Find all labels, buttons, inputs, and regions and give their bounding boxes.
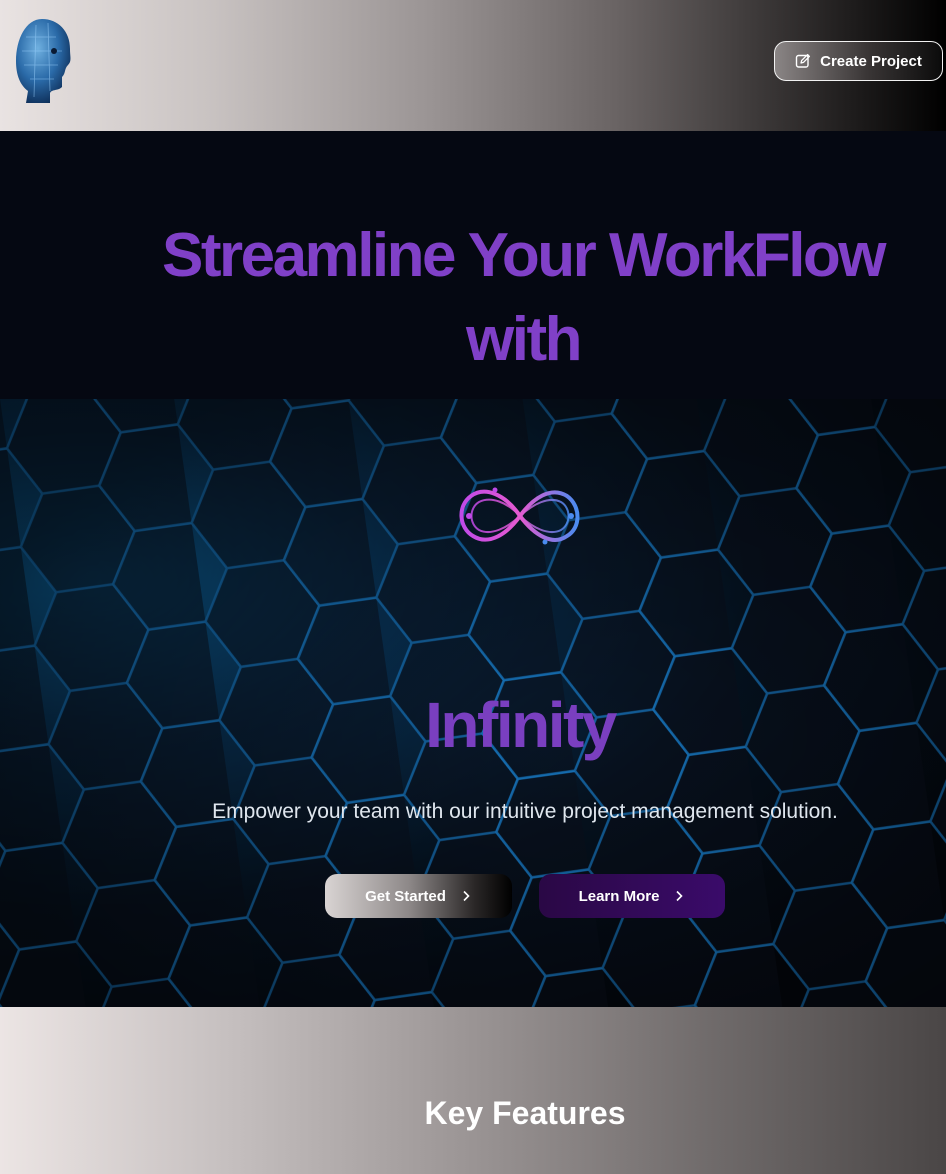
hero-headline: Streamline Your WorkFlow xyxy=(161,221,887,290)
learn-more-label: Learn More xyxy=(578,887,660,905)
robot-head-icon[interactable] xyxy=(12,17,74,105)
learn-more-button[interactable]: Learn More xyxy=(539,874,725,918)
chevron-right-icon xyxy=(463,890,470,902)
hero-tagline: Empower your team with our intuitive pro… xyxy=(212,800,838,823)
section-title: Key Features xyxy=(424,1095,626,1131)
key-features-section: Key Features xyxy=(0,1007,946,1174)
create-project-button[interactable]: Create Project xyxy=(774,41,943,81)
get-started-button[interactable]: Get Started xyxy=(325,874,512,918)
chevron-right-icon xyxy=(676,890,684,902)
edit-square-icon xyxy=(795,53,811,68)
hero-headline-section: Streamline Your WorkFlow with xyxy=(0,131,946,399)
create-project-label: Create Project xyxy=(820,52,922,70)
infinity-circuit-icon xyxy=(459,487,580,545)
hero-headline-continued: with xyxy=(466,305,582,374)
brand-name: Infinity xyxy=(425,689,617,761)
site-header: Create Project xyxy=(0,0,946,131)
get-started-label: Get Started xyxy=(365,887,446,905)
